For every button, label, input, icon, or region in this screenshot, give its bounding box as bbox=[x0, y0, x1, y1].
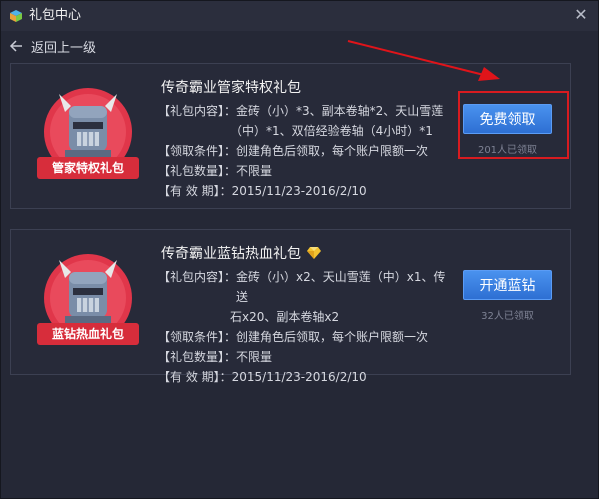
app-cube-icon bbox=[10, 10, 22, 22]
gift-title-text: 传奇霸业蓝钻热血礼包 bbox=[161, 246, 301, 262]
gift-badge: 管家特权礼包 bbox=[37, 84, 139, 194]
diamond-icon bbox=[307, 247, 321, 259]
condition-value: 创建角色后领取，每个账户限额一次 bbox=[236, 144, 429, 158]
claim-free-button[interactable]: 免费领取 bbox=[463, 104, 552, 134]
annotation-arrow-icon bbox=[347, 40, 500, 81]
gift-card: 蓝钻热血礼包 传奇霸业蓝钻热血礼包 【礼包内容】： 金砖（小）x2、天山雪莲（中… bbox=[10, 229, 571, 384]
gift-title: 传奇霸业蓝钻热血礼包 bbox=[161, 243, 321, 263]
condition-value: 创建角色后领取，每个账户限额一次 bbox=[236, 330, 429, 344]
condition-label: 【领取条件】： bbox=[158, 144, 237, 158]
content-label: 【礼包内容】： bbox=[158, 270, 237, 284]
validity-value: 2015/11/23-2016/2/10 bbox=[231, 184, 367, 198]
gift-badge: 蓝钻热血礼包 bbox=[37, 250, 139, 360]
quantity-value: 不限量 bbox=[236, 164, 273, 178]
claimed-count: 201人已领取 bbox=[477, 145, 538, 156]
content-value-cont: （中）*1、双倍经验卷轴（4小时）*1 bbox=[230, 124, 433, 138]
gift-info: 【礼包内容】： 金砖（小）*3、副本卷轴*2、天山雪莲 （中）*1、双倍经验卷轴… bbox=[158, 101, 448, 201]
quantity-label: 【礼包数量】： bbox=[158, 164, 237, 178]
validity-label: 【有 效 期】： bbox=[158, 184, 232, 198]
claimed-count: 32人已领取 bbox=[481, 311, 534, 322]
title-bar: 礼包中心 ✕ bbox=[1, 1, 598, 31]
gift-title: 传奇霸业管家特权礼包 bbox=[161, 77, 301, 97]
content-value: 金砖（小）x2、天山雪莲（中）x1、传送 bbox=[236, 270, 446, 304]
validity-value: 2015/11/23-2016/2/10 bbox=[231, 370, 367, 384]
gift-title-text: 传奇霸业管家特权礼包 bbox=[161, 80, 301, 96]
back-label: 返回上一级 bbox=[31, 40, 97, 56]
back-link[interactable]: 返回上一级 bbox=[9, 37, 97, 56]
quantity-value: 不限量 bbox=[236, 350, 273, 364]
content-value: 金砖（小）*3、副本卷轴*2、天山雪莲 bbox=[236, 104, 444, 118]
window-title: 礼包中心 bbox=[29, 8, 82, 23]
content-value-cont: 石x20、副本卷轴x2 bbox=[230, 310, 340, 324]
validity-label: 【有 效 期】： bbox=[158, 370, 232, 384]
condition-label: 【领取条件】： bbox=[158, 330, 237, 344]
arrow-left-icon bbox=[9, 40, 22, 52]
quantity-label: 【礼包数量】： bbox=[158, 350, 237, 364]
open-blue-diamond-button[interactable]: 开通蓝钻 bbox=[463, 270, 552, 300]
close-icon[interactable]: ✕ bbox=[572, 6, 590, 24]
badge-label: 管家特权礼包 bbox=[37, 157, 139, 179]
gift-info: 【礼包内容】： 金砖（小）x2、天山雪莲（中）x1、传送 石x20、副本卷轴x2… bbox=[158, 267, 448, 387]
content-label: 【礼包内容】： bbox=[158, 104, 237, 118]
badge-label: 蓝钻热血礼包 bbox=[37, 323, 139, 345]
